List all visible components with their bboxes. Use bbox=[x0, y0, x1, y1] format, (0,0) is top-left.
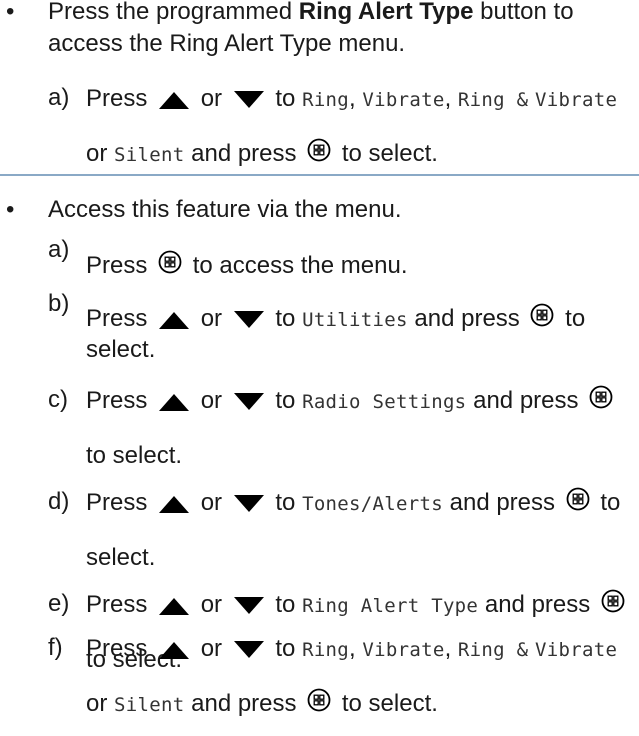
step-text: Press or to Utilities and press to selec… bbox=[86, 304, 639, 365]
step-text: Press to access the menu. bbox=[86, 250, 639, 282]
step-marker: e) bbox=[48, 590, 70, 617]
option-ring: Ring bbox=[302, 89, 350, 111]
option-ring-and-vibrate: Vibrate bbox=[535, 89, 618, 111]
step-marker: d) bbox=[48, 488, 70, 515]
step-marker: f) bbox=[48, 634, 63, 661]
step-marker: a) bbox=[48, 236, 70, 263]
step-text: Press or to Tones/Alerts and press to se… bbox=[86, 476, 639, 585]
down-arrow-icon bbox=[233, 640, 265, 660]
bullet: • bbox=[6, 196, 15, 223]
menu-ok-button-icon bbox=[530, 303, 554, 327]
up-arrow-icon bbox=[158, 90, 190, 110]
up-arrow-icon bbox=[158, 310, 190, 330]
option-ring-and-vibrate: Vibrate bbox=[535, 639, 618, 661]
option-ring: Ring bbox=[302, 639, 350, 661]
step-marker: a) bbox=[48, 84, 70, 111]
menu-ok-button-icon bbox=[307, 138, 331, 162]
menu-utilities: Utilities bbox=[302, 309, 408, 331]
section2-intro: Access this feature via the menu. bbox=[48, 196, 402, 223]
menu-ok-button-icon bbox=[566, 487, 590, 511]
option-silent: Silent bbox=[114, 694, 185, 716]
menu-ok-button-icon bbox=[601, 589, 625, 613]
up-arrow-icon bbox=[158, 640, 190, 660]
down-arrow-icon bbox=[233, 310, 265, 330]
section-divider bbox=[0, 174, 639, 176]
menu-ok-button-icon bbox=[589, 385, 613, 409]
up-arrow-icon bbox=[158, 392, 190, 412]
down-arrow-icon bbox=[233, 596, 265, 616]
down-arrow-icon bbox=[233, 90, 265, 110]
option-silent: Silent bbox=[114, 144, 185, 166]
option-ring-and: Ring & bbox=[457, 89, 529, 111]
step-text: Press or to Radio Settings and press to … bbox=[86, 374, 639, 483]
menu-ok-button-icon bbox=[307, 688, 331, 712]
step-marker: c) bbox=[48, 386, 68, 413]
step-text: Press or to Ring, Vibrate, Ring & Vibrat… bbox=[86, 635, 618, 717]
up-arrow-icon bbox=[158, 596, 190, 616]
step-text: Press or to Ring, Vibrate, Ring & Vibrat… bbox=[86, 85, 618, 167]
option-vibrate: Vibrate bbox=[362, 89, 445, 111]
option-ring-and: Ring & bbox=[457, 639, 529, 661]
bullet: • bbox=[6, 0, 15, 25]
down-arrow-icon bbox=[233, 392, 265, 412]
menu-radio-settings: Radio Settings bbox=[302, 391, 467, 413]
step-marker: b) bbox=[48, 290, 70, 317]
section1-intro: Press the programmed Ring Alert Type but… bbox=[48, 0, 574, 57]
menu-tones-alerts: Tones/Alerts bbox=[302, 493, 443, 515]
menu-ok-button-icon bbox=[158, 250, 182, 274]
up-arrow-icon bbox=[158, 494, 190, 514]
ring-alert-type-bold: Ring Alert Type bbox=[298, 0, 474, 25]
option-vibrate: Vibrate bbox=[362, 639, 445, 661]
down-arrow-icon bbox=[233, 494, 265, 514]
menu-ring-alert-type: Ring Alert Type bbox=[302, 595, 479, 617]
